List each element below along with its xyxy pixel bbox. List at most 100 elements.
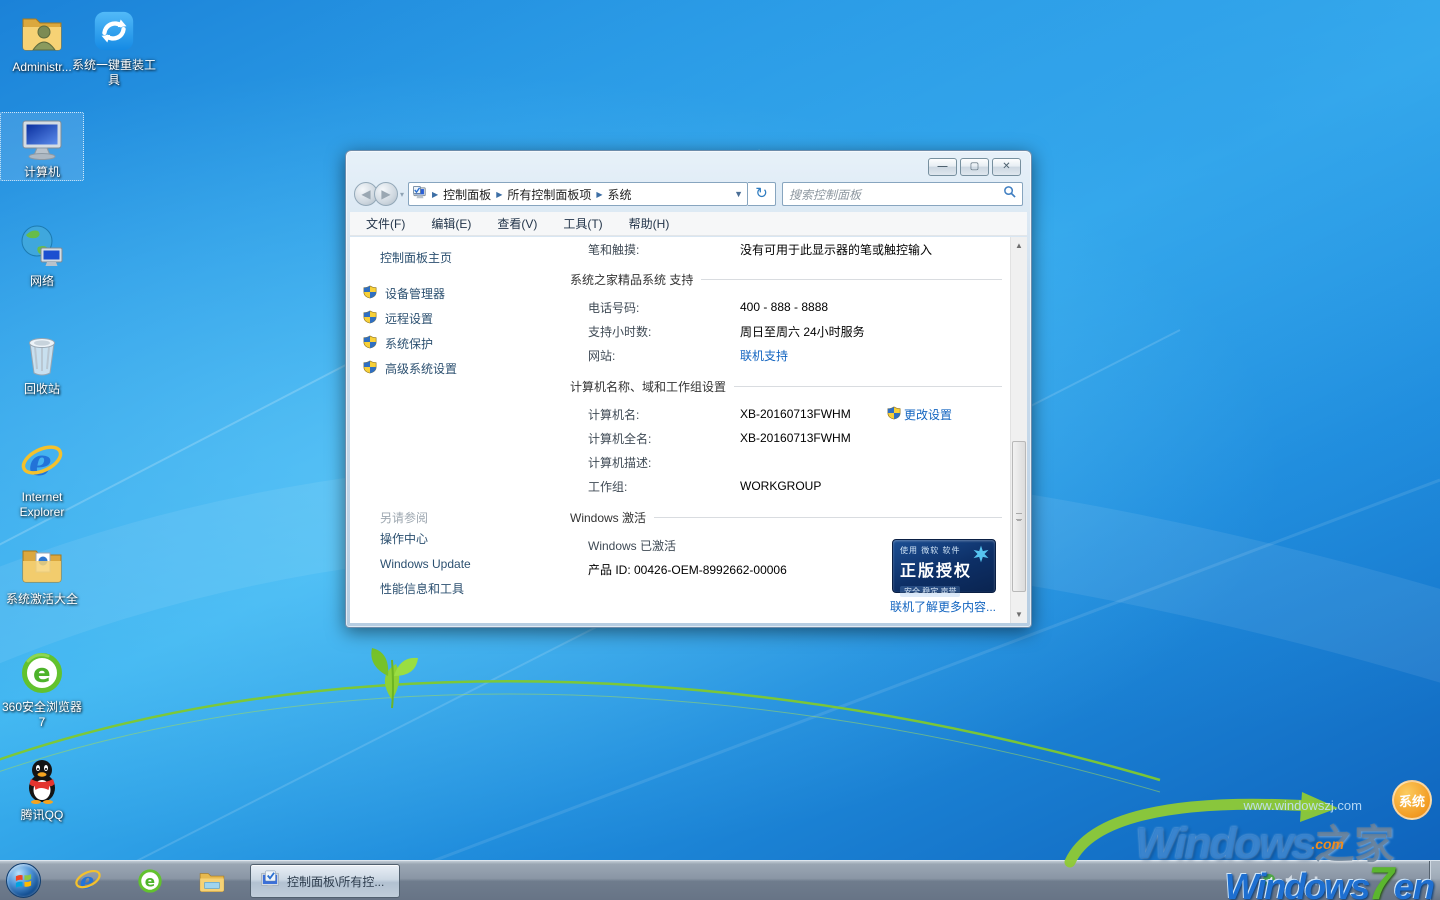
sidebar-item-system-protection[interactable]: 系统保护 bbox=[350, 331, 552, 356]
desktop-icon-label: 网络 bbox=[0, 274, 84, 289]
recycle-bin-icon bbox=[17, 330, 67, 380]
menu-help[interactable]: 帮助(H) bbox=[629, 215, 670, 232]
taskbar-360-browser-icon[interactable]: e bbox=[130, 864, 170, 898]
phone-row: 电话号码: 400 - 888 - 8888 bbox=[552, 295, 1010, 319]
scrollbar-thumb[interactable] bbox=[1012, 441, 1026, 592]
uac-shield-icon bbox=[887, 406, 901, 423]
restore-button[interactable]: ▢ bbox=[960, 158, 989, 176]
genuine-microsoft-badge[interactable]: 使用 微软 软件 正版授权 安全 稳定 声誉 bbox=[892, 539, 996, 593]
computer-fullname-row: 计算机全名: XB-20160713FWHM bbox=[552, 426, 1010, 450]
change-settings[interactable]: 更改设置 bbox=[887, 406, 952, 423]
watermark-system-badge: 系统 bbox=[1392, 780, 1432, 820]
vertical-scrollbar[interactable]: ▲ ▼ bbox=[1010, 237, 1027, 623]
desktop-icon-360-browser[interactable]: e 360安全浏览器7 bbox=[0, 648, 84, 730]
row-label: 计算机描述: bbox=[588, 454, 740, 471]
breadcrumb-system[interactable]: 系统 bbox=[608, 186, 632, 203]
uac-shield-icon bbox=[363, 310, 377, 327]
workgroup-row: 工作组: WORKGROUP bbox=[552, 474, 1010, 498]
desktop-icon-label: 腾讯QQ bbox=[0, 808, 84, 823]
sidebar-item-windows-update[interactable]: Windows Update bbox=[380, 551, 552, 576]
breadcrumb-control-panel[interactable]: 控制面板 bbox=[443, 186, 491, 203]
desktop-icon-network[interactable]: 网络 bbox=[0, 222, 84, 289]
genuine-star-icon bbox=[971, 544, 991, 564]
taskbar-task-control-panel[interactable]: 控制面板\所有控... bbox=[250, 864, 400, 898]
watermark-url: www.windowszj.com bbox=[1244, 798, 1362, 813]
product-id: 产品 ID: 00426-OEM-8992662-00006 bbox=[588, 561, 787, 578]
online-support-link[interactable]: 联机支持 bbox=[740, 347, 788, 364]
scroll-up-arrow[interactable]: ▲ bbox=[1011, 237, 1027, 254]
row-label: 笔和触摸: bbox=[588, 241, 740, 258]
svg-text:e: e bbox=[145, 872, 155, 890]
administrator-folder-icon bbox=[17, 8, 67, 58]
desktop-icon-activation-folder[interactable]: 系统激活大全 bbox=[0, 540, 84, 607]
sidebar-item-action-center[interactable]: 操作中心 bbox=[380, 526, 552, 551]
see-also-header: 另请参阅 bbox=[380, 499, 532, 526]
breadcrumb-arrow-icon: ▶ bbox=[432, 190, 438, 199]
search-input[interactable]: 搜索控制面板 bbox=[782, 182, 1023, 206]
tray-network-icon[interactable] bbox=[1306, 873, 1320, 887]
sidebar-item-label: 系统保护 bbox=[385, 335, 433, 352]
row-label: 支持小时数: bbox=[588, 323, 740, 340]
desktop-icon-recycle-bin[interactable]: 回收站 bbox=[0, 330, 84, 397]
sidebar-item-control-panel-home[interactable]: 控制面板主页 bbox=[380, 249, 552, 269]
minimize-button[interactable]: — bbox=[928, 158, 957, 176]
desktop-icon-internet-explorer[interactable]: e Internet Explorer bbox=[0, 438, 84, 520]
search-placeholder: 搜索控制面板 bbox=[789, 186, 861, 203]
sidebar: 控制面板主页 设备管理器 远程设置 系统保护 bbox=[350, 237, 552, 623]
system-tray bbox=[1262, 873, 1320, 887]
section-title: 系统之家精品系统 支持 bbox=[570, 271, 693, 288]
watermark-com-text: .com bbox=[1311, 836, 1344, 852]
360-browser-icon: e bbox=[17, 648, 67, 698]
row-label: 计算机全名: bbox=[588, 430, 740, 447]
address-bar[interactable]: ▶ 控制面板 ▶ 所有控制面板项 ▶ 系统 ▼ bbox=[408, 182, 748, 206]
taskbar-explorer-icon[interactable] bbox=[192, 864, 232, 898]
learn-more-online-link[interactable]: 联机了解更多内容... bbox=[890, 598, 996, 615]
desktop: Administr... 系统一键重装工具 bbox=[0, 0, 1440, 900]
show-desktop-button[interactable] bbox=[1429, 861, 1440, 900]
search-icon[interactable] bbox=[1003, 185, 1016, 203]
row-label: 电话号码: bbox=[588, 299, 740, 316]
desktop-icon-label: 计算机 bbox=[1, 165, 83, 180]
taskbar-ie-icon[interactable]: e bbox=[68, 864, 108, 898]
recent-pages-chevron-icon[interactable]: ▾ bbox=[400, 190, 404, 199]
address-dropdown-icon[interactable]: ▼ bbox=[734, 189, 743, 199]
forward-button[interactable]: ▶ bbox=[374, 182, 398, 206]
windows-flag-icon bbox=[14, 871, 33, 890]
section-title: Windows 激活 bbox=[570, 509, 646, 526]
website-row: 网站: 联机支持 bbox=[552, 343, 1010, 367]
sprout-decoration bbox=[371, 648, 418, 708]
start-button[interactable] bbox=[6, 863, 41, 898]
taskbar: e e 控制面板\所有控... bbox=[0, 860, 1440, 900]
desktop-icon-computer[interactable]: 计算机 bbox=[0, 112, 84, 181]
sidebar-item-remote-settings[interactable]: 远程设置 bbox=[350, 306, 552, 331]
network-icon bbox=[17, 222, 67, 272]
sidebar-item-advanced-settings[interactable]: 高级系统设置 bbox=[350, 356, 552, 381]
refresh-button[interactable]: ↻ bbox=[748, 182, 776, 206]
change-settings-link[interactable]: 更改设置 bbox=[904, 406, 952, 423]
sidebar-item-label: 远程设置 bbox=[385, 310, 433, 327]
close-button[interactable]: ✕ bbox=[992, 158, 1021, 176]
menu-tools[interactable]: 工具(T) bbox=[563, 215, 602, 232]
menu-view[interactable]: 查看(V) bbox=[497, 215, 537, 232]
sidebar-item-performance-tools[interactable]: 性能信息和工具 bbox=[380, 576, 552, 601]
tray-volume-icon[interactable] bbox=[1284, 873, 1298, 887]
scroll-down-arrow[interactable]: ▼ bbox=[1011, 606, 1027, 623]
tray-action-center-icon[interactable] bbox=[1262, 873, 1276, 887]
desktop-icon-qq[interactable]: 腾讯QQ bbox=[0, 756, 84, 823]
activation-section-header: Windows 激活 bbox=[570, 509, 1002, 526]
qq-penguin-icon bbox=[17, 756, 67, 806]
sidebar-item-device-manager[interactable]: 设备管理器 bbox=[350, 281, 552, 306]
menu-file[interactable]: 文件(F) bbox=[366, 215, 405, 232]
control-panel-system-window: — ▢ ✕ ◀ ▶ ▾ ▶ 控制面板 ▶ bbox=[345, 150, 1032, 628]
desktop-icon-label: Internet Explorer bbox=[0, 490, 84, 520]
desktop-icon-reinstall-tool[interactable]: 系统一键重装工具 bbox=[72, 6, 156, 88]
row-value: 周日至周六 24小时服务 bbox=[740, 323, 865, 340]
system-task-icon bbox=[259, 870, 281, 892]
breadcrumb-arrow-icon: ▶ bbox=[496, 190, 502, 199]
scrollbar-track[interactable] bbox=[1011, 254, 1027, 606]
breadcrumb-all-items[interactable]: 所有控制面板项 bbox=[507, 186, 591, 203]
system-page-icon bbox=[413, 186, 427, 203]
uac-shield-icon bbox=[363, 360, 377, 377]
row-value: WORKGROUP bbox=[740, 479, 821, 493]
menu-edit[interactable]: 编辑(E) bbox=[431, 215, 471, 232]
